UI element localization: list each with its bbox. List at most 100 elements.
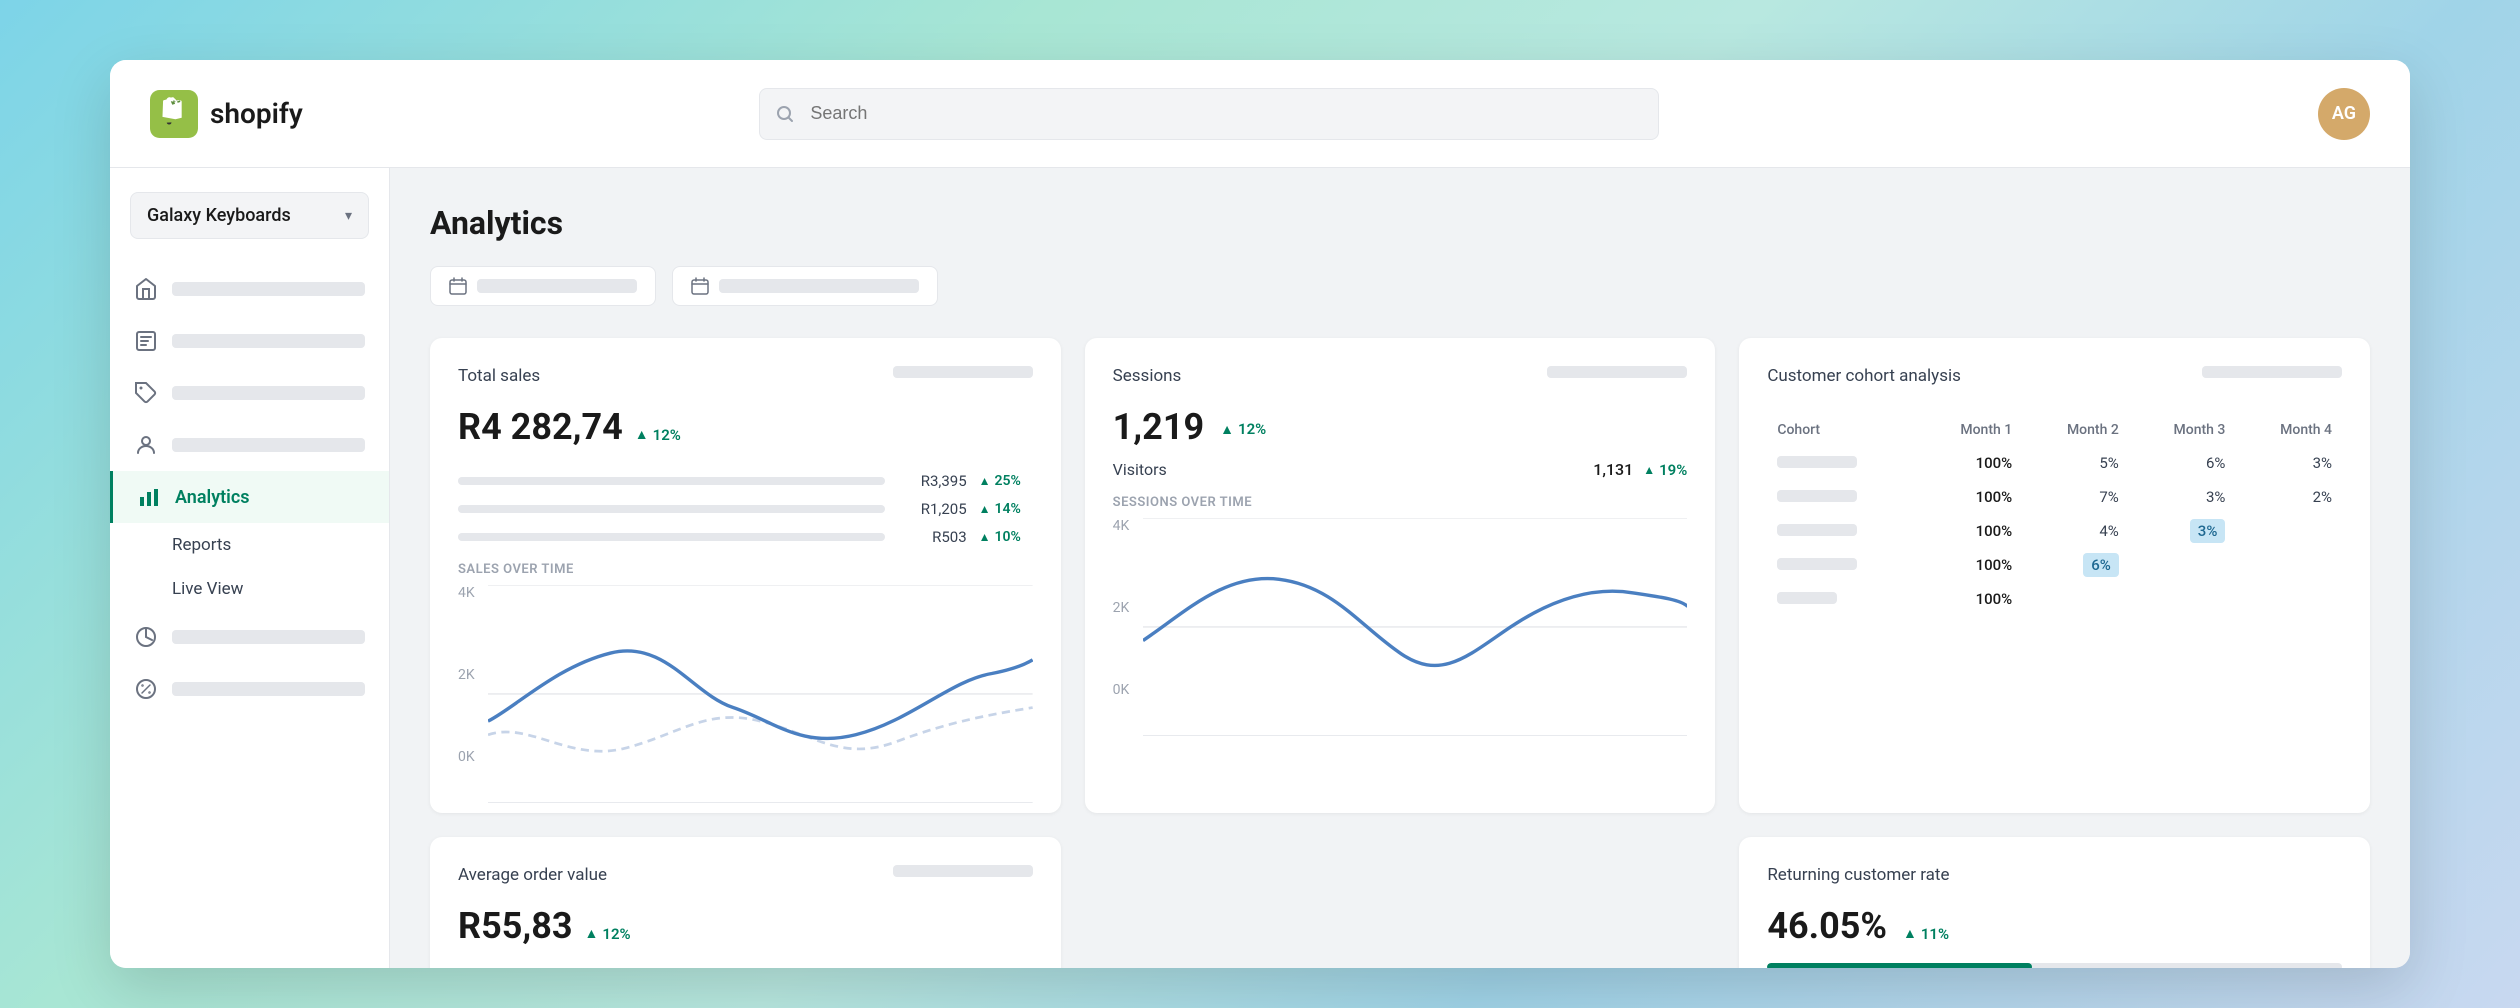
col-month3: Month 3: [2129, 414, 2236, 446]
col-month2: Month 2: [2022, 414, 2129, 446]
col-month4: Month 4: [2235, 414, 2342, 446]
orders-icon: [134, 329, 158, 353]
sessions-chart-area: 4K 2K 0K: [1113, 518, 1688, 718]
customers-icon: [134, 433, 158, 457]
date-filter-1[interactable]: [430, 266, 656, 306]
total-sales-placeholder: [893, 366, 1033, 378]
logo-text: shopify: [210, 97, 303, 130]
average-order-badge: ▲ 12%: [585, 925, 631, 943]
breakdown-bar-3: [458, 533, 629, 541]
calendar-icon-2: [691, 277, 709, 295]
sessions-value-row: 1,219 ▲ 12%: [1113, 406, 1688, 452]
breakdown-label-3: R503: [897, 528, 967, 546]
cohort-cell-5-4: [2235, 582, 2342, 616]
cohort-header-row: Cohort Month 1 Month 2 Month 3 Month 4: [1767, 414, 2342, 446]
main-content: Galaxy Keyboards ▾: [110, 168, 2410, 968]
cohort-cell-3-2: 4%: [2022, 514, 2129, 548]
cohort-row-5: 100%: [1767, 582, 2342, 616]
nav-customers-placeholder: [172, 438, 365, 452]
sidebar-item-analytics[interactable]: Analytics: [110, 471, 389, 523]
returning-customer-card: Returning customer rate 46.05% ▲ 11%: [1739, 837, 2370, 968]
date-filters: [430, 266, 2370, 306]
cohort-cell-3-0: [1767, 514, 1915, 548]
total-sales-header: Total sales: [458, 366, 1033, 398]
cohort-cell-4-3: [2129, 548, 2236, 582]
sessions-header: Sessions: [1113, 366, 1688, 398]
sessions-chart-label: SESSIONS OVER TIME: [1113, 495, 1688, 510]
sidebar-item-home[interactable]: [110, 263, 389, 315]
sidebar-item-liveview[interactable]: Live View: [110, 567, 389, 611]
cohort-cell-5-1: 100%: [1916, 582, 2023, 616]
date-1-placeholder: [477, 279, 637, 293]
breakdown-bar-2: [458, 505, 693, 513]
store-selector[interactable]: Galaxy Keyboards ▾: [130, 192, 369, 239]
cohort-cell-1-0: [1767, 446, 1915, 480]
home-icon: [134, 277, 158, 301]
sessions-card: Sessions 1,219 ▲ 12% Visitors 1,131: [1085, 338, 1716, 813]
discounts-icon: [134, 677, 158, 701]
breakdown-label-1: R3,395: [897, 472, 967, 490]
breakdown-bar-bg-1: [458, 477, 885, 485]
y-label-4k: 4K: [458, 585, 475, 601]
reports-label: Reports: [172, 535, 231, 555]
breakdown-bar-bg-3: [458, 533, 885, 541]
analytics-label: Analytics: [175, 487, 250, 508]
nav-home-placeholder: [172, 282, 365, 296]
cohort-row-4: 100% 6%: [1767, 548, 2342, 582]
sessions-value: 1,219: [1113, 406, 1204, 448]
cohort-table: Cohort Month 1 Month 2 Month 3 Month 4 1…: [1767, 414, 2342, 616]
breakdown-badge-3: ▲ 10%: [979, 529, 1033, 545]
cohort-cell-5-0: [1767, 582, 1915, 616]
total-sales-title: Total sales: [458, 366, 540, 386]
sales-chart-label: SALES OVER TIME: [458, 562, 1033, 577]
cohort-small-placeholder: [1777, 592, 1837, 604]
cohort-cell-2-0: [1767, 480, 1915, 514]
breakdown-bar-1: [458, 477, 778, 485]
cohort-cell-2-3: 3%: [2129, 480, 2236, 514]
up-arrow-icon: ▲: [635, 426, 649, 443]
cohort-card: Customer cohort analysis Cohort Month 1 …: [1739, 338, 2370, 813]
analytics-icon: [137, 485, 161, 509]
sy-label-2k: 2K: [1113, 600, 1130, 616]
cohort-title: Customer cohort analysis: [1767, 366, 1961, 386]
sidebar-item-marketing[interactable]: [110, 611, 389, 663]
cohort-cell-1-3: 6%: [2129, 446, 2236, 480]
breakdown-row-3: R503 ▲ 10%: [458, 528, 1033, 546]
visitors-row: Visitors 1,131 ▲ 19%: [1113, 460, 1688, 479]
search-bar: [759, 88, 1659, 140]
sessions-badge: ▲ 12%: [1220, 420, 1266, 438]
avatar[interactable]: AG: [2318, 88, 2370, 140]
nav-tags-placeholder: [172, 386, 365, 400]
cohort-cell-4-2: 6%: [2022, 548, 2129, 582]
col-cohort: Cohort: [1767, 414, 1915, 446]
sidebar-item-customers[interactable]: [110, 419, 389, 471]
date-filter-2[interactable]: [672, 266, 938, 306]
sidebar-item-tags[interactable]: [110, 367, 389, 419]
liveview-label: Live View: [172, 579, 243, 599]
sidebar-item-discounts[interactable]: [110, 663, 389, 715]
total-sales-badge: ▲ 12%: [635, 426, 681, 444]
calendar-icon: [449, 277, 467, 295]
cohort-row-1: 100% 5% 6% 3%: [1767, 446, 2342, 480]
search-input[interactable]: [759, 88, 1659, 140]
up-arrow-returning: ▲: [1903, 925, 1917, 942]
average-order-card: Average order value R55,83 ▲ 12%: [430, 837, 1061, 968]
sidebar-item-reports[interactable]: Reports: [110, 523, 389, 567]
total-sales-value: R4 282,74: [458, 406, 623, 448]
y-label-0k: 0K: [458, 749, 475, 765]
search-icon: [775, 104, 795, 124]
average-order-value: R55,83: [458, 905, 573, 947]
cohort-row-3: 100% 4% 3%: [1767, 514, 2342, 548]
returning-progress-bg: [1767, 963, 2342, 968]
returning-progress-fill: [1767, 963, 2031, 968]
sales-chart-area: 4K 2K 0K: [458, 585, 1033, 785]
page-title: Analytics: [430, 204, 2370, 242]
date-2-placeholder: [719, 279, 919, 293]
cohort-cell-5-3: [2129, 582, 2236, 616]
sidebar-item-orders[interactable]: [110, 315, 389, 367]
returning-badge: ▲ 11%: [1903, 925, 1949, 943]
y-label-2k: 2K: [458, 667, 475, 683]
cohort-cell-2-2: 7%: [2022, 480, 2129, 514]
breakdown-row-2: R1,205 ▲ 14%: [458, 500, 1033, 518]
returning-header: Returning customer rate: [1767, 865, 2342, 897]
